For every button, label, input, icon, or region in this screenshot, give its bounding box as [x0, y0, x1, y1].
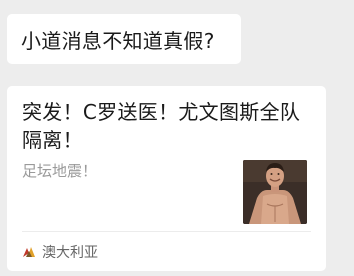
chat-message-text: 小道消息不知道真假? — [21, 28, 215, 53]
source-name: 澳大利亚 — [42, 245, 98, 261]
card-divider — [22, 231, 311, 232]
link-card-thumbnail — [243, 160, 307, 224]
source-logo-icon — [23, 247, 35, 257]
link-card-source[interactable]: 澳大利亚 — [22, 242, 98, 262]
chat-message-bubble[interactable]: 小道消息不知道真假? — [7, 14, 241, 64]
link-card-description: 足坛地震！ — [22, 162, 98, 180]
athlete-photo-icon — [243, 160, 307, 224]
link-card[interactable]: 突发！C罗送医！尤文图斯全队隔离！ 足坛地震！ 澳大利亚 — [7, 86, 326, 271]
link-card-title: 突发！C罗送医！尤文图斯全队隔离！ — [22, 100, 301, 152]
